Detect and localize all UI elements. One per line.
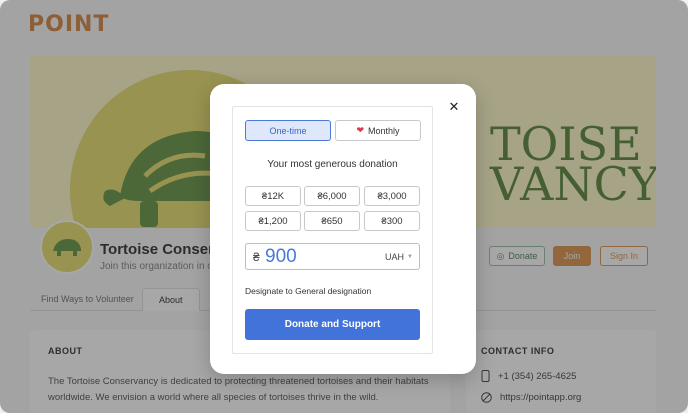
amount-option[interactable]: ₴1,200	[245, 211, 301, 231]
amount-option[interactable]: ₴650	[304, 211, 360, 231]
amount-option[interactable]: ₴12K	[245, 186, 301, 206]
frequency-one-time[interactable]: One-time	[245, 120, 331, 141]
chevron-down-icon: ▼	[407, 254, 413, 260]
heart-icon: ❤	[356, 125, 365, 135]
background-page: POINT TOISE VANCY Tortoise Conserva Join…	[0, 0, 688, 413]
frequency-monthly-label: Monthly	[368, 125, 400, 136]
designation-text: Designate to General designation	[245, 286, 372, 296]
amount-option[interactable]: ₴3,000	[364, 186, 420, 206]
donation-headline: Your most generous donation	[267, 159, 398, 170]
frequency-monthly[interactable]: ❤ Monthly	[335, 120, 421, 141]
currency-select[interactable]: UAH ▼	[385, 252, 413, 262]
amount-value: 900	[265, 246, 297, 267]
amount-option[interactable]: ₴6,000	[304, 186, 360, 206]
close-icon[interactable]: ✕	[447, 100, 461, 114]
donation-form: One-time ❤ Monthly Your most generous do…	[232, 106, 433, 354]
currency-select-label: UAH	[385, 252, 405, 262]
amount-option[interactable]: ₴300	[364, 211, 420, 231]
donation-modal: ✕ One-time ❤ Monthly Your most generous …	[210, 84, 476, 374]
amount-input[interactable]: ₴ 900 UAH ▼	[245, 243, 420, 270]
currency-symbol: ₴	[253, 250, 260, 264]
donate-and-support-button[interactable]: Donate and Support	[245, 309, 420, 340]
